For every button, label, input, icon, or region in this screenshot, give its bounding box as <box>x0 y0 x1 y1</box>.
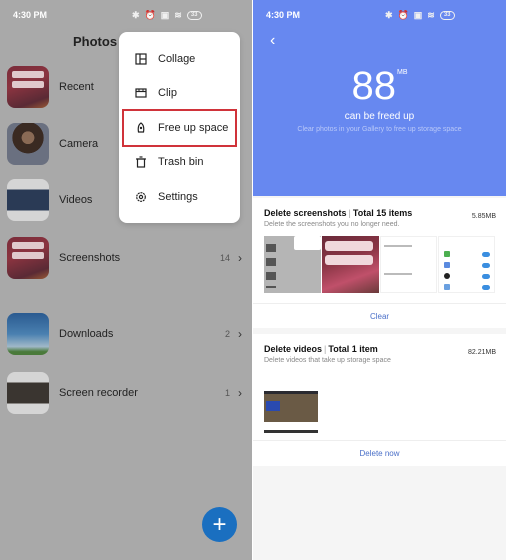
album-thumbnail <box>7 179 49 221</box>
screenshot-icon: ▣ <box>413 9 423 20</box>
menu-item-label: Clip <box>158 87 177 99</box>
album-count: 14 <box>219 253 230 263</box>
battery-icon: 33 <box>186 10 202 20</box>
trash-icon <box>135 156 147 168</box>
page-title: Photos <box>73 34 118 49</box>
rocket-icon <box>135 122 147 134</box>
menu-item-label: Collage <box>158 53 196 65</box>
screenshot-thumbnail[interactable] <box>438 236 495 293</box>
album-downloads[interactable]: Downloads 2 › <box>7 312 242 356</box>
screenshot-thumbnail[interactable] <box>322 236 379 293</box>
screenshots-card: Delete screenshots | Total 15 items Delete… <box>253 198 506 328</box>
card-size: 82.21MB <box>467 349 496 356</box>
chevron-right-icon: › <box>238 327 242 341</box>
alarm-icon: ⏰ <box>397 9 409 20</box>
collage-icon <box>135 53 147 65</box>
menu-item-clip[interactable]: Clip <box>119 76 240 110</box>
wifi-icon: ≋ <box>427 9 435 20</box>
album-thumbnail <box>7 123 49 165</box>
album-screenshots[interactable]: Screenshots 14 › <box>7 236 242 280</box>
album-name: Screen recorder <box>59 387 138 399</box>
card-description: Delete videos that take up storage space <box>264 357 391 364</box>
free-up-space-screen: 4:30 PM ✱ ⏰ ▣ ≋ 33 ‹ 88MB can be freed u… <box>253 0 506 560</box>
menu-item-label: Settings <box>158 191 198 203</box>
chevron-right-icon: › <box>238 251 242 265</box>
back-arrow-icon[interactable]: ‹ <box>270 32 275 50</box>
album-thumbnail <box>7 237 49 279</box>
menu-item-label: Free up space <box>158 122 229 134</box>
clear-button[interactable]: Clear <box>253 303 506 329</box>
card-title: Delete videos | Total 1 item <box>264 344 378 354</box>
status-time: 4:30 PM <box>266 10 301 20</box>
add-button[interactable]: + <box>202 507 237 542</box>
photos-screen: 4:30 PM ✱ ⏰ ▣ ≋ 33 Photos Recent Camera … <box>0 0 252 560</box>
album-name: Screenshots <box>59 252 121 264</box>
album-thumbnail <box>7 313 49 355</box>
freeable-amount: 88MB <box>253 64 506 109</box>
hero-subtitle: Clear photos in your Gallery to free up … <box>297 126 462 133</box>
status-time: 4:30 PM <box>13 10 48 20</box>
album-screen-recorder[interactable]: Screen recorder 1 › <box>7 371 242 415</box>
menu-item-free-up-space[interactable]: Free up space <box>122 109 237 147</box>
album-count: 2 <box>224 329 230 339</box>
status-bar: 4:30 PM ✱ ⏰ ▣ ≋ 33 <box>253 0 506 30</box>
menu-item-settings[interactable]: Settings <box>119 180 240 214</box>
card-description: Delete the screenshots you no longer nee… <box>264 221 400 228</box>
bluetooth-icon: ✱ <box>385 9 393 20</box>
menu-item-trash-bin[interactable]: Trash bin <box>119 145 240 179</box>
amount-value: 88 <box>351 64 397 108</box>
videos-card: Delete videos | Total 1 item Delete videos… <box>253 334 506 466</box>
album-count: 1 <box>224 388 230 398</box>
screenshot-thumbnail[interactable] <box>380 236 437 293</box>
card-size: 5.85MB <box>471 213 496 220</box>
bluetooth-icon: ✱ <box>132 9 140 20</box>
menu-item-collage[interactable]: Collage <box>119 42 240 76</box>
chevron-right-icon: › <box>238 386 242 400</box>
clip-icon <box>135 87 147 99</box>
alarm-icon: ⏰ <box>144 9 156 20</box>
amount-unit: MB <box>397 69 408 76</box>
album-thumbnail <box>7 372 49 414</box>
wifi-icon: ≋ <box>174 9 182 20</box>
screenshot-thumbnail[interactable] <box>264 236 321 293</box>
menu-item-label: Trash bin <box>158 156 204 168</box>
album-thumbnail <box>7 66 49 108</box>
storage-summary: 4:30 PM ✱ ⏰ ▣ ≋ 33 ‹ 88MB can be freed u… <box>253 0 506 196</box>
screenshot-thumbnails <box>264 236 495 293</box>
card-title: Delete screenshots | Total 15 items <box>264 208 413 218</box>
gear-icon <box>135 191 147 203</box>
freed-label: can be freed up <box>344 111 415 122</box>
status-bar: 4:30 PM ✱ ⏰ ▣ ≋ 33 <box>0 0 252 30</box>
album-name: Downloads <box>59 328 114 340</box>
delete-now-button[interactable]: Delete now <box>253 440 506 467</box>
screenshot-icon: ▣ <box>160 9 170 20</box>
video-thumbnail[interactable] <box>264 377 318 433</box>
battery-icon: 33 <box>439 10 455 20</box>
overflow-menu: Collage Clip Free up space Trash bin Set… <box>119 32 240 223</box>
